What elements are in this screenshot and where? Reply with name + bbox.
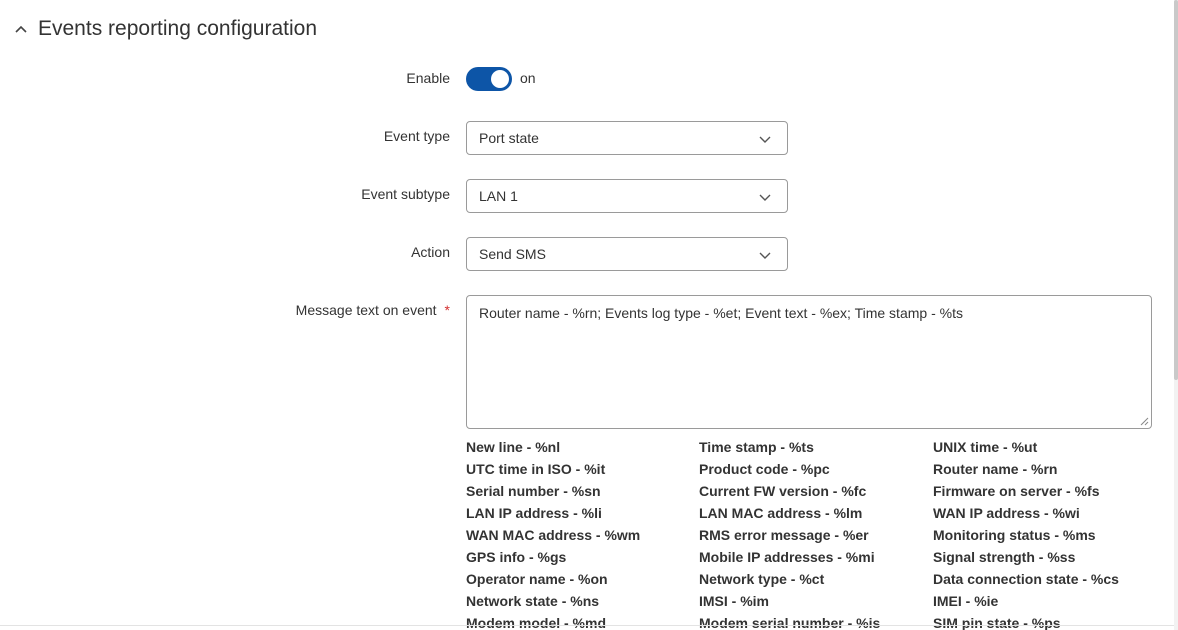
- variable-item: Signal strength - %ss: [933, 549, 1076, 565]
- enable-toggle[interactable]: [466, 67, 512, 91]
- variable-item: New line - %nl: [466, 439, 561, 455]
- variable-item: WAN IP address - %wi: [933, 505, 1080, 521]
- event-type-label: Event type: [383, 128, 450, 144]
- action-label: Action: [411, 244, 450, 260]
- variable-item: Operator name - %on: [466, 571, 608, 587]
- events-reporting-page: Events reporting configuration Enable on…: [0, 0, 1178, 630]
- variable-item: Current FW version - %fc: [699, 483, 867, 499]
- section-header[interactable]: Events reporting configuration: [14, 14, 317, 44]
- chevron-down-icon: [759, 194, 771, 201]
- message-textarea[interactable]: Router name - %rn; Events log type - %et…: [466, 295, 1152, 429]
- event-subtype-select[interactable]: LAN 1: [466, 179, 788, 213]
- chevron-down-icon: [759, 252, 771, 259]
- message-text: Router name - %rn; Events log type - %et…: [479, 305, 963, 321]
- variable-item: Monitoring status - %ms: [933, 527, 1096, 543]
- event-subtype-label: Event subtype: [361, 186, 450, 202]
- variable-item: LAN MAC address - %lm: [699, 505, 863, 521]
- toggle-knob: [491, 70, 509, 88]
- variable-item: IMEI - %ie: [933, 593, 999, 609]
- variable-item: UNIX time - %ut: [933, 439, 1038, 455]
- section-title: Events reporting configuration: [38, 17, 317, 40]
- variable-item: Modem serial number - %is: [699, 615, 881, 630]
- variable-item: Data connection state - %cs: [933, 571, 1119, 587]
- enable-label: Enable: [406, 70, 450, 86]
- variable-item: Time stamp - %ts: [699, 439, 814, 455]
- variable-item: RMS error message - %er: [699, 527, 869, 543]
- variable-item: WAN MAC address - %wm: [466, 527, 641, 543]
- variables-list: New line - %nl Time stamp - %ts UNIX time …: [466, 436, 1166, 630]
- divider: [0, 625, 1178, 626]
- resize-grip-icon[interactable]: [1139, 416, 1149, 426]
- variable-item: LAN IP address - %li: [466, 505, 602, 521]
- variable-item: Network state - %ns: [466, 593, 600, 609]
- scrollbar-thumb[interactable]: [1174, 0, 1178, 380]
- variable-item: Router name - %rn: [933, 461, 1058, 477]
- message-label: Message text on event *: [296, 302, 450, 318]
- required-mark: *: [444, 302, 450, 318]
- event-type-value: Port state: [479, 130, 539, 146]
- event-subtype-value: LAN 1: [479, 188, 518, 204]
- variable-item: Serial number - %sn: [466, 483, 601, 499]
- variable-item: SIM pin state - %ps: [933, 615, 1061, 630]
- variable-item: IMSI - %im: [699, 593, 770, 609]
- enable-state-text: on: [520, 70, 536, 86]
- variable-item: Product code - %pc: [699, 461, 830, 477]
- scrollbar-track[interactable]: [1174, 0, 1178, 630]
- chevron-down-icon: [759, 136, 771, 143]
- variable-item: Network type - %ct: [699, 571, 825, 587]
- variable-item: Modem model - %md: [466, 615, 607, 630]
- message-label-text: Message text on event: [295, 302, 437, 318]
- variable-item: Mobile IP addresses - %mi: [699, 549, 875, 565]
- variable-item: Firmware on server - %fs: [933, 483, 1100, 499]
- action-select[interactable]: Send SMS: [466, 237, 788, 271]
- chevron-up-icon: [15, 25, 27, 33]
- event-type-select[interactable]: Port state: [466, 121, 788, 155]
- variable-item: GPS info - %gs: [466, 549, 567, 565]
- action-value: Send SMS: [479, 246, 546, 262]
- variable-item: UTC time in ISO - %it: [466, 461, 606, 477]
